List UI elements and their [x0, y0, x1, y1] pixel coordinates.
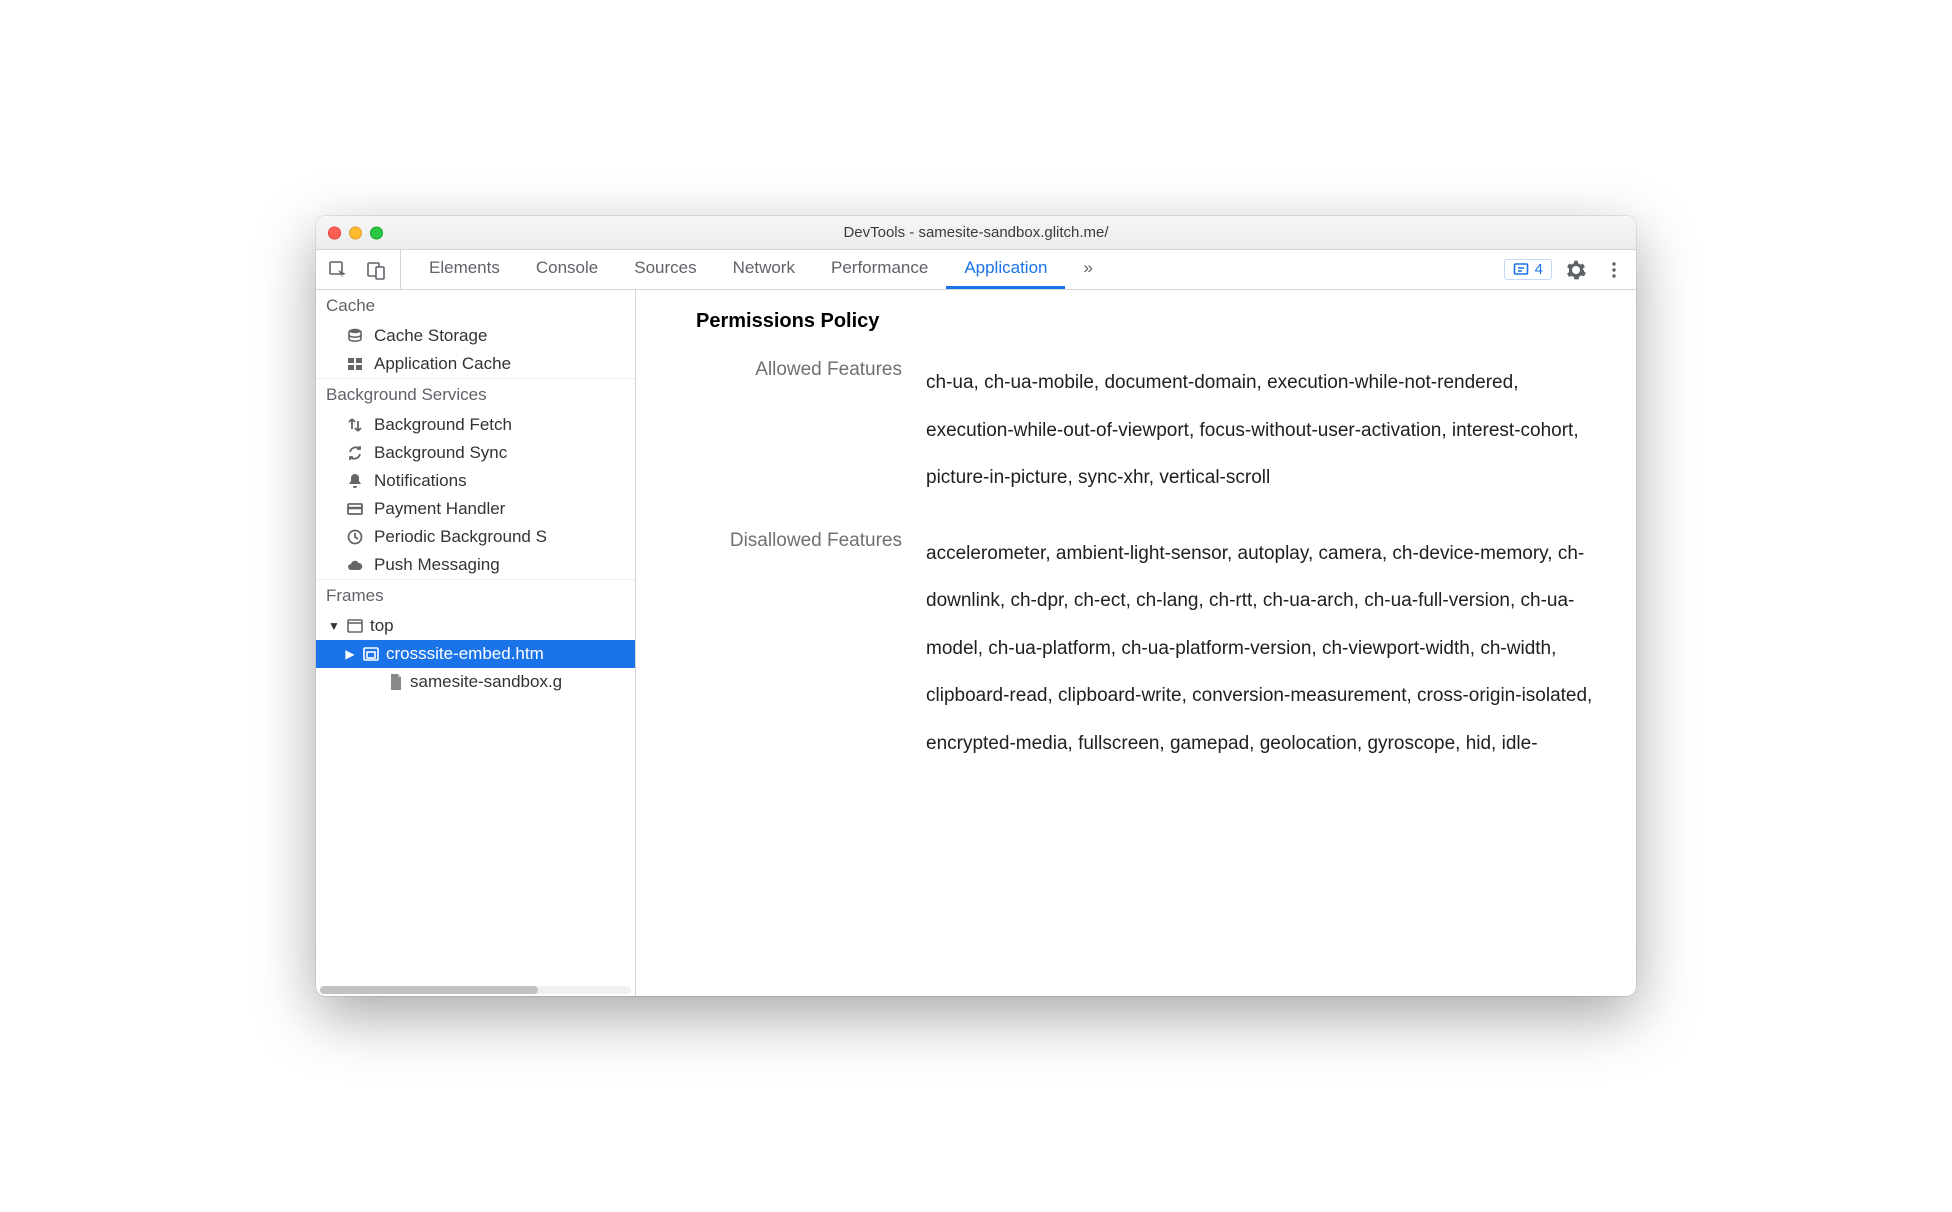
- window-controls: [328, 226, 383, 239]
- maximize-window-button[interactable]: [370, 226, 383, 239]
- toolbar-left-group: [324, 250, 401, 289]
- iframe-icon: [362, 645, 380, 663]
- sidebar-horizontal-scrollbar[interactable]: [320, 986, 631, 994]
- window-icon: [346, 617, 364, 635]
- frame-label: samesite-sandbox.g: [410, 672, 562, 692]
- issues-button[interactable]: 4: [1504, 259, 1552, 280]
- db-stack-icon: [346, 327, 364, 345]
- row-value: accelerometer, ambient-light-sensor, aut…: [926, 530, 1606, 768]
- tabs-overflow-button[interactable]: »: [1065, 250, 1110, 289]
- cloud-icon: [346, 556, 364, 574]
- permissions-row-disallowed: Disallowed Features accelerometer, ambie…: [696, 530, 1606, 768]
- grid-icon: [346, 355, 364, 373]
- bell-icon: [346, 472, 364, 490]
- clock-icon: [346, 528, 364, 546]
- sidebar-item-label: Periodic Background S: [374, 527, 547, 547]
- sidebar-item-label: Notifications: [374, 471, 467, 491]
- expand-toggle[interactable]: ▼: [328, 619, 340, 633]
- card-icon: [346, 500, 364, 518]
- more-menu-button[interactable]: [1600, 250, 1628, 290]
- sync-icon: [346, 444, 364, 462]
- frame-label: top: [370, 616, 394, 636]
- tab-application[interactable]: Application: [946, 250, 1065, 289]
- minimize-window-button[interactable]: [349, 226, 362, 239]
- tab-network[interactable]: Network: [715, 250, 813, 289]
- sidebar-item-label: Cache Storage: [374, 326, 487, 346]
- sidebar-item-push-messaging[interactable]: Push Messaging: [316, 551, 635, 579]
- window-title: DevTools - samesite-sandbox.glitch.me/: [843, 224, 1108, 241]
- issues-count: 4: [1535, 261, 1543, 278]
- sidebar-item-payment-handler[interactable]: Payment Handler: [316, 495, 635, 523]
- sidebar-item-label: Push Messaging: [374, 555, 500, 575]
- titlebar: DevTools - samesite-sandbox.glitch.me/: [316, 216, 1636, 250]
- application-main-panel[interactable]: Permissions Policy Allowed Features ch-u…: [636, 290, 1636, 996]
- sidebar-item-label: Payment Handler: [374, 499, 505, 519]
- frame-tree-item-top[interactable]: ▼ top: [316, 612, 635, 640]
- frame-tree-item-samesite-sandbox[interactable]: samesite-sandbox.g: [316, 668, 635, 696]
- inspect-element-button[interactable]: [324, 250, 352, 290]
- sidebar-item-cache-storage[interactable]: Cache Storage: [316, 322, 635, 350]
- permissions-row-allowed: Allowed Features ch-ua, ch-ua-mobile, do…: [696, 359, 1606, 502]
- kebab-icon: [1605, 261, 1623, 279]
- close-window-button[interactable]: [328, 226, 341, 239]
- sidebar-item-periodic-background-sync[interactable]: Periodic Background S: [316, 523, 635, 551]
- sidebar-item-label: Background Fetch: [374, 415, 512, 435]
- expand-toggle[interactable]: ▶: [344, 647, 356, 661]
- sidebar-item-label: Background Sync: [374, 443, 507, 463]
- toolbar-right-group: 4: [1496, 250, 1628, 289]
- frame-tree-item-crosssite-embed[interactable]: ▶ crosssite-embed.htm: [316, 640, 635, 668]
- tab-elements[interactable]: Elements: [411, 250, 518, 289]
- scrollbar-thumb[interactable]: [320, 986, 538, 994]
- sidebar-group-background-services: Background Services: [316, 378, 635, 411]
- frame-label: crosssite-embed.htm: [386, 644, 544, 664]
- panel-tabs: Elements Console Sources Network Perform…: [411, 250, 1486, 289]
- tab-performance[interactable]: Performance: [813, 250, 946, 289]
- gear-icon: [1566, 260, 1586, 280]
- transfer-icon: [346, 416, 364, 434]
- row-label: Disallowed Features: [696, 530, 926, 552]
- sidebar-item-background-sync[interactable]: Background Sync: [316, 439, 635, 467]
- issues-icon: [1513, 262, 1529, 278]
- devtools-window: DevTools - samesite-sandbox.glitch.me/ E…: [316, 216, 1636, 996]
- sidebar-group-frames: Frames: [316, 579, 635, 612]
- sidebar-item-application-cache[interactable]: Application Cache: [316, 350, 635, 378]
- sidebar-item-background-fetch[interactable]: Background Fetch: [316, 411, 635, 439]
- tab-sources[interactable]: Sources: [616, 250, 714, 289]
- row-label: Allowed Features: [696, 359, 926, 381]
- row-value: ch-ua, ch-ua-mobile, document-domain, ex…: [926, 359, 1606, 502]
- panel-body: Cache Cache Storage Application Cache Ba…: [316, 290, 1636, 996]
- application-sidebar[interactable]: Cache Cache Storage Application Cache Ba…: [316, 290, 636, 996]
- sidebar-item-label: Application Cache: [374, 354, 511, 374]
- device-toolbar-button[interactable]: [362, 250, 390, 290]
- sidebar-group-cache: Cache: [316, 290, 635, 322]
- devtools-toolbar: Elements Console Sources Network Perform…: [316, 250, 1636, 290]
- settings-button[interactable]: [1562, 250, 1590, 290]
- file-icon: [388, 673, 404, 691]
- tab-console[interactable]: Console: [518, 250, 616, 289]
- sidebar-item-notifications[interactable]: Notifications: [316, 467, 635, 495]
- section-heading-permissions-policy: Permissions Policy: [696, 310, 1606, 333]
